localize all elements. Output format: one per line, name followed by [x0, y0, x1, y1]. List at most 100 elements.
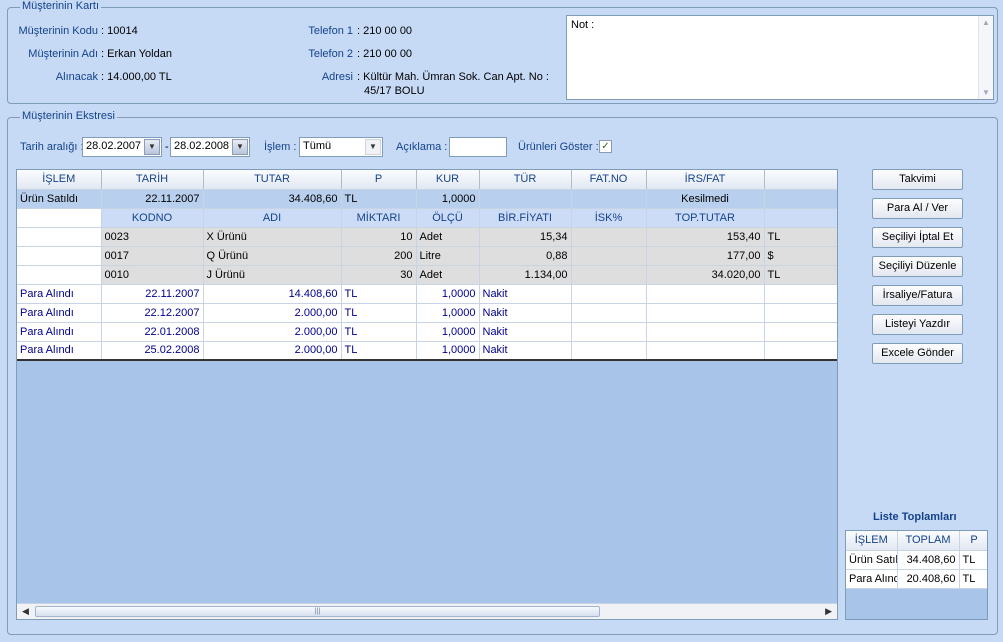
- cell-tur: Nakit: [479, 303, 572, 323]
- cell-kodno: 0023: [101, 227, 204, 247]
- cell-p: TL: [341, 322, 417, 342]
- cell-p: TL: [764, 227, 837, 247]
- col-header-tutar[interactable]: TUTAR: [203, 170, 342, 190]
- sub-header-blank: [764, 208, 837, 228]
- cell-tarih: 22.11.2007: [101, 284, 204, 304]
- cell-adi: Q Ürünü: [203, 246, 342, 266]
- customer-code-label: Müşterinin Kodu: [18, 25, 99, 37]
- col-header-irsfat[interactable]: İRS/FAT: [646, 170, 765, 190]
- scroll-up-icon[interactable]: ▲: [982, 18, 990, 27]
- scroll-left-icon[interactable]: ◀: [22, 606, 29, 617]
- table-row-payment[interactable]: Para Alındı 25.02.2008 2.000,00 TL 1,000…: [17, 341, 837, 361]
- cell-blank: [764, 303, 837, 323]
- cell-fatno: [571, 322, 647, 342]
- invoice-button[interactable]: İrsaliye/Fatura: [872, 285, 963, 306]
- calendar-button[interactable]: Takvimi: [872, 169, 963, 190]
- show-products-checkbox[interactable]: ✓: [599, 140, 612, 153]
- grid-header-row: İŞLEM TARİH TUTAR P KUR TÜR FAT.NO İRS/F…: [17, 170, 837, 190]
- note-textarea[interactable]: Not : ▲ ▼: [566, 15, 994, 100]
- customer-name-value: : Erkan Yoldan: [101, 48, 172, 60]
- note-scrollbar[interactable]: ▲ ▼: [978, 16, 993, 99]
- cell-toptutar: 177,00: [646, 246, 765, 266]
- cell-p: TL: [341, 189, 417, 209]
- description-input[interactable]: [449, 137, 507, 157]
- sub-header-fiyat: BİR.FİYATI: [479, 208, 572, 228]
- cell-fatno: [571, 189, 647, 209]
- product-row[interactable]: 0023 X Ürünü 10 Adet 15,34 153,40 TL: [17, 227, 837, 247]
- cell-olcu: Litre: [416, 246, 480, 266]
- totals-col-toplam[interactable]: TOPLAM: [897, 531, 960, 551]
- customer-code-value: : 10014: [101, 25, 138, 37]
- sub-indent: [17, 227, 102, 247]
- cell-kur: 1,0000: [416, 284, 480, 304]
- scrollbar-thumb[interactable]: |||: [35, 606, 600, 617]
- statement-grid[interactable]: İŞLEM TARİH TUTAR P KUR TÜR FAT.NO İRS/F…: [16, 169, 838, 620]
- cell-kodno: 0010: [101, 265, 204, 285]
- cell-islem: Para Alındı: [17, 284, 102, 304]
- table-row-payment[interactable]: Para Alındı 22.12.2007 2.000,00 TL 1,000…: [17, 303, 837, 323]
- totals-cell-p: TL: [959, 569, 987, 589]
- money-button[interactable]: Para Al / Ver: [872, 198, 963, 219]
- export-excel-button[interactable]: Excele Gönder: [872, 343, 963, 364]
- sub-header-toptutar: TOP.TUTAR: [646, 208, 765, 228]
- totals-cell-toplam: 34.408,60: [897, 550, 960, 570]
- address-line2: 45/17 BOLU: [364, 85, 425, 97]
- cell-islem: Para Alındı: [17, 341, 102, 361]
- cell-fatno: [571, 341, 647, 361]
- col-header-tur[interactable]: TÜR: [479, 170, 572, 190]
- cell-tarih: 22.12.2007: [101, 303, 204, 323]
- cancel-selected-button[interactable]: Seçiliyi İptal Et: [872, 227, 963, 248]
- product-row[interactable]: 0010 J Ürünü 30 Adet 1.134,00 34.020,00 …: [17, 265, 837, 285]
- cell-kur: 1,0000: [416, 189, 480, 209]
- totals-title: Liste Toplamları: [873, 511, 957, 523]
- date-separator: -: [165, 141, 169, 153]
- sub-header-adi: ADI: [203, 208, 342, 228]
- cell-blank: [764, 341, 837, 361]
- cell-miktari: 200: [341, 246, 417, 266]
- receivable-label: Alınacak: [55, 71, 98, 83]
- totals-col-islem[interactable]: İŞLEM: [846, 531, 898, 551]
- table-row-payment[interactable]: Para Alındı 22.11.2007 14.408,60 TL 1,00…: [17, 284, 837, 304]
- phone1-value: : 210 00 00: [357, 25, 413, 37]
- cell-tutar: 2.000,00: [203, 322, 342, 342]
- chevron-down-icon[interactable]: ▼: [365, 139, 381, 155]
- cell-toptutar: 34.020,00: [646, 265, 765, 285]
- phone2-label: Telefon 2: [308, 48, 353, 60]
- horizontal-scrollbar[interactable]: ◀ ||| ▶: [17, 603, 837, 619]
- col-header-p[interactable]: P: [341, 170, 417, 190]
- cell-fatno: [571, 303, 647, 323]
- totals-cell-islem: Ürün Satıldı: [846, 550, 898, 570]
- calendar-dropdown-icon[interactable]: ▼: [232, 139, 248, 155]
- col-header-islem[interactable]: İŞLEM: [17, 170, 102, 190]
- cell-blank: [764, 322, 837, 342]
- sub-indent: [17, 208, 102, 228]
- calendar-dropdown-icon[interactable]: ▼: [144, 139, 160, 155]
- totals-grid[interactable]: İŞLEM TOPLAM P Ürün Satıldı 34.408,60 TL…: [845, 530, 988, 620]
- cell-kur: 1,0000: [416, 303, 480, 323]
- totals-row[interactable]: Ürün Satıldı 34.408,60 TL: [846, 550, 987, 570]
- col-header-kur[interactable]: KUR: [416, 170, 480, 190]
- scroll-right-icon[interactable]: ▶: [825, 606, 832, 617]
- edit-selected-button[interactable]: Seçiliyi Düzenle: [872, 256, 963, 277]
- col-header-tarih[interactable]: TARİH: [101, 170, 204, 190]
- totals-cell-toplam: 20.408,60: [897, 569, 960, 589]
- cell-tutar: 2.000,00: [203, 341, 342, 361]
- cell-tur: Nakit: [479, 341, 572, 361]
- col-header-blank[interactable]: [764, 170, 837, 190]
- operation-select[interactable]: Tümü ▼: [299, 137, 383, 157]
- totals-row[interactable]: Para Alındı 20.408,60 TL: [846, 569, 987, 589]
- cell-tutar: 14.408,60: [203, 284, 342, 304]
- scroll-down-icon[interactable]: ▼: [982, 88, 990, 97]
- product-row[interactable]: 0017 Q Ürünü 200 Litre 0,88 177,00 $: [17, 246, 837, 266]
- date-to-picker[interactable]: 28.02.2008 ▼: [170, 137, 250, 157]
- cell-blank: [764, 284, 837, 304]
- table-row-sale[interactable]: Ürün Satıldı 22.11.2007 34.408,60 TL 1,0…: [17, 189, 837, 209]
- totals-col-p[interactable]: P: [959, 531, 987, 551]
- table-row-payment[interactable]: Para Alındı 22.01.2008 2.000,00 TL 1,000…: [17, 322, 837, 342]
- col-header-fatno[interactable]: FAT.NO: [571, 170, 647, 190]
- print-list-button[interactable]: Listeyi Yazdır: [872, 314, 963, 335]
- operation-value: Tümü: [303, 140, 332, 152]
- date-to-value: 28.02.2008: [174, 140, 230, 152]
- date-from-picker[interactable]: 28.02.2007 ▼: [82, 137, 162, 157]
- description-label: Açıklama :: [396, 141, 448, 153]
